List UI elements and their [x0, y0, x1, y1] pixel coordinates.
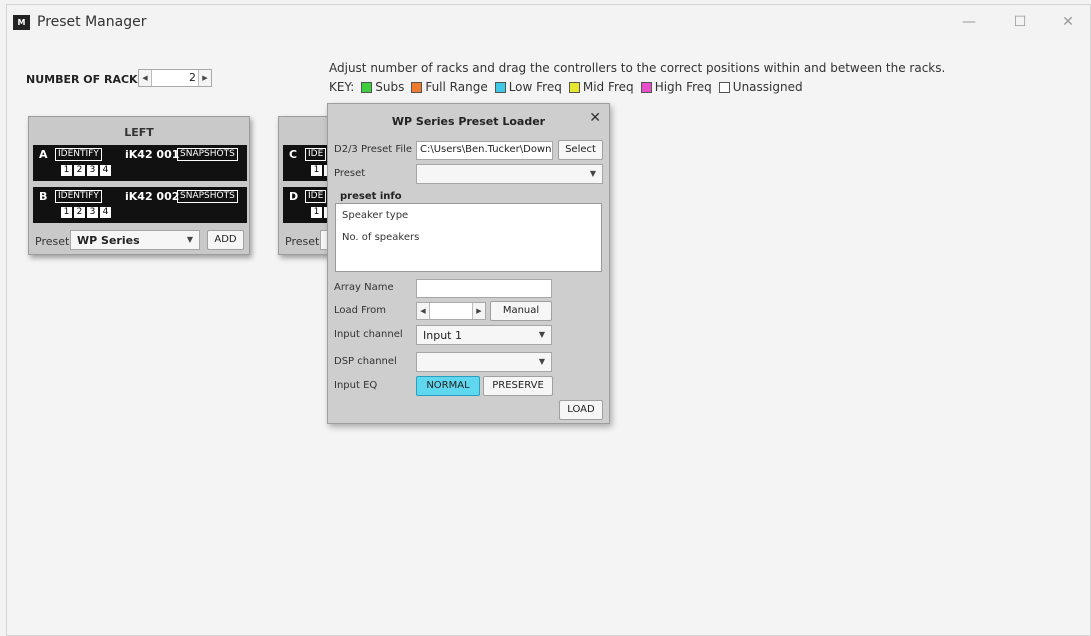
input-channel-select[interactable]: Input 1 ▼	[416, 325, 552, 345]
main-content: NUMBER OF RACKS ◀ 2 ▶ Adjust number of r…	[7, 39, 1090, 635]
close-icon[interactable]: ✕	[1057, 11, 1079, 33]
controller-letter: C	[289, 148, 298, 161]
rack-preset-value: WP Series	[77, 234, 140, 247]
rack-preset-label: Preset	[35, 235, 70, 248]
preset-info-panel: Speaker type No. of speakers	[335, 203, 602, 272]
select-button[interactable]: Select	[558, 140, 603, 160]
snapshots-button[interactable]: SNAPSHOTS	[177, 148, 238, 161]
load-from-label: Load From	[334, 305, 386, 316]
decrement-arrow-icon[interactable]: ◀	[139, 70, 152, 86]
preset-loader-dialog: WP Series Preset Loader ✕ D2/3 Preset Fi…	[327, 103, 610, 424]
speaker-type-text: Speaker type	[342, 210, 409, 221]
chevron-down-icon: ▼	[186, 235, 193, 244]
increment-arrow-icon[interactable]: ▶	[472, 303, 485, 319]
identify-button[interactable]: IDE	[305, 190, 327, 203]
key-item-label: High Freq	[654, 80, 712, 94]
window-title: Preset Manager	[37, 14, 147, 30]
title-bar: M Preset Manager — ☐ ✕	[7, 5, 1090, 39]
controller-name: iK42 002	[125, 190, 180, 203]
number-of-racks-label: NUMBER OF RACKS	[26, 73, 146, 86]
preset-select[interactable]: ▼	[416, 164, 603, 184]
key-item-unassigned: Unassigned	[718, 80, 803, 94]
number-of-speakers-text: No. of speakers	[342, 232, 420, 243]
app-logo-icon: M	[13, 15, 30, 30]
array-name-field[interactable]	[416, 279, 552, 298]
increment-arrow-icon[interactable]: ▶	[198, 70, 211, 86]
snapshot-slot-1[interactable]: 1	[61, 165, 72, 176]
color-key: KEY: Subs Full Range Low Freq Mid Freq H…	[329, 80, 803, 94]
snapshot-slot-4[interactable]: 4	[100, 207, 111, 218]
close-icon[interactable]: ✕	[589, 110, 601, 126]
mid-freq-swatch	[568, 81, 580, 93]
key-item-full-range: Full Range	[411, 80, 488, 94]
identify-button[interactable]: IDE	[305, 148, 327, 161]
dsp-channel-label: DSP channel	[334, 356, 397, 367]
controller-letter: A	[39, 148, 48, 161]
snapshot-slots: 1 2 3 4	[61, 207, 113, 218]
high-freq-swatch	[640, 81, 652, 93]
snapshot-slot-3[interactable]: 3	[87, 207, 98, 218]
controller-b[interactable]: B IDENTIFY iK42 002 SNAPSHOTS 1 2 3 4	[33, 187, 247, 223]
chevron-down-icon: ▼	[538, 357, 545, 366]
load-button[interactable]: LOAD	[559, 400, 603, 420]
snapshot-slot-1[interactable]: 1	[311, 165, 322, 176]
chevron-down-icon: ▼	[538, 330, 545, 339]
rack-preset-select[interactable]: WP Series ▼	[70, 230, 200, 250]
preserve-button[interactable]: PRESERVE	[483, 376, 553, 396]
add-button[interactable]: ADD	[207, 230, 244, 250]
snapshot-slot-2[interactable]: 2	[74, 165, 85, 176]
key-item-label: Subs	[375, 80, 405, 94]
load-from-stepper[interactable]: ◀ ▶	[416, 302, 486, 320]
snapshot-slot-3[interactable]: 3	[87, 165, 98, 176]
preset-file-field[interactable]: C:\Users\Ben.Tucker\Downl	[416, 141, 553, 160]
unassigned-swatch	[718, 81, 730, 93]
snapshots-button[interactable]: SNAPSHOTS	[177, 190, 238, 203]
input-eq-label: Input EQ	[334, 380, 378, 391]
preset-info-heading: preset info	[340, 191, 402, 202]
maximize-icon[interactable]: ☐	[1009, 11, 1031, 33]
input-channel-label: Input channel	[334, 329, 403, 340]
instructions-text: Adjust number of racks and drag the cont…	[329, 61, 946, 75]
snapshot-slot-4[interactable]: 4	[100, 165, 111, 176]
preset-label: Preset	[334, 168, 366, 179]
preset-file-label: D2/3 Preset File	[334, 144, 413, 155]
key-label: KEY:	[329, 80, 355, 94]
key-item-label: Mid Freq	[582, 80, 634, 94]
controller-letter: D	[289, 190, 299, 203]
snapshot-slot-1[interactable]: 1	[311, 207, 322, 218]
identify-button[interactable]: IDENTIFY	[55, 148, 102, 161]
key-item-label: Full Range	[425, 80, 488, 94]
dsp-channel-select[interactable]: ▼	[416, 352, 552, 372]
manual-button[interactable]: Manual	[490, 301, 552, 321]
snapshot-slots: 1 2 3 4	[61, 165, 113, 176]
key-item-low-freq: Low Freq	[494, 80, 562, 94]
full-range-swatch	[411, 81, 423, 93]
key-item-label: Low Freq	[508, 80, 562, 94]
input-channel-value: Input 1	[423, 329, 462, 342]
number-of-racks-value[interactable]: 2	[189, 71, 196, 84]
chevron-down-icon: ▼	[589, 169, 596, 178]
dialog-title: WP Series Preset Loader	[391, 115, 546, 128]
number-of-racks-stepper[interactable]: ◀ 2 ▶	[138, 69, 212, 87]
key-item-subs: Subs	[361, 80, 404, 94]
normal-button[interactable]: NORMAL	[416, 376, 480, 396]
low-freq-swatch	[494, 81, 506, 93]
rack-title: LEFT	[124, 126, 154, 139]
controller-name: iK42 001	[125, 148, 180, 161]
key-item-mid-freq: Mid Freq	[568, 80, 634, 94]
key-item-label: Unassigned	[732, 80, 803, 94]
snapshot-slot-2[interactable]: 2	[74, 207, 85, 218]
rack-preset-label: Preset	[285, 235, 320, 248]
key-item-high-freq: High Freq	[640, 80, 712, 94]
identify-button[interactable]: IDENTIFY	[55, 190, 102, 203]
snapshot-slot-1[interactable]: 1	[61, 207, 72, 218]
minimize-icon[interactable]: —	[958, 11, 980, 33]
controller-a[interactable]: A IDENTIFY iK42 001 SNAPSHOTS 1 2 3 4	[33, 145, 247, 181]
array-name-label: Array Name	[334, 282, 394, 293]
subs-swatch	[361, 81, 373, 93]
decrement-arrow-icon[interactable]: ◀	[417, 303, 430, 319]
preset-manager-window: M Preset Manager — ☐ ✕ NUMBER OF RACKS ◀…	[6, 4, 1091, 636]
rack-left: LEFT A IDENTIFY iK42 001 SNAPSHOTS 1 2 3…	[28, 116, 250, 255]
controller-letter: B	[39, 190, 48, 203]
